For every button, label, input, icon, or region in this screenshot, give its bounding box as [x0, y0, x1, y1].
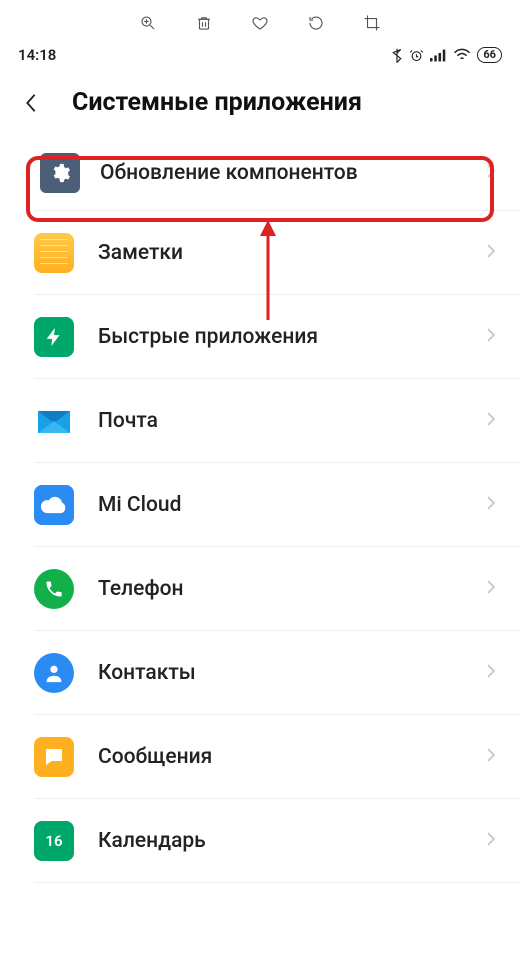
app-row-calendar[interactable]: 16 Календарь — [0, 799, 520, 883]
app-label: Заметки — [98, 241, 486, 265]
crop-icon[interactable] — [363, 14, 381, 32]
alarm-icon — [409, 48, 424, 63]
trash-icon[interactable] — [195, 14, 213, 32]
notes-icon — [34, 233, 74, 273]
person-icon — [34, 653, 74, 693]
app-row-phone[interactable]: Телефон — [0, 547, 520, 631]
app-row-messages[interactable]: Сообщения — [0, 715, 520, 799]
chevron-right-icon — [486, 411, 496, 431]
calendar-icon: 16 — [34, 821, 74, 861]
app-label: Контакты — [98, 661, 486, 685]
zoom-in-icon[interactable] — [139, 14, 157, 32]
app-row-mail[interactable]: Почта — [0, 379, 520, 463]
app-row-quick-apps[interactable]: Быстрые приложения — [0, 295, 520, 379]
back-button[interactable] — [18, 90, 44, 116]
app-label: Телефон — [98, 577, 486, 601]
app-row-mi-cloud[interactable]: Mi Cloud — [0, 463, 520, 547]
chevron-right-icon — [486, 495, 496, 515]
cloud-icon — [34, 485, 74, 525]
calendar-date: 16 — [45, 832, 62, 850]
gear-icon — [40, 153, 80, 193]
app-label: Mi Cloud — [98, 493, 486, 517]
chat-icon — [34, 737, 74, 777]
app-list: Обновление компонентов Заметки Быстрые п… — [0, 135, 520, 883]
chevron-right-icon — [486, 747, 496, 767]
chevron-right-icon — [486, 243, 496, 263]
chevron-right-icon — [486, 327, 496, 347]
chevron-right-icon — [486, 663, 496, 683]
page-title: Системные приложения — [72, 88, 362, 117]
app-label: Сообщения — [98, 745, 486, 769]
app-row-notes[interactable]: Заметки — [0, 211, 520, 295]
lightning-icon — [34, 317, 74, 357]
app-label: Быстрые приложения — [98, 325, 486, 349]
mail-icon — [34, 401, 74, 441]
signal-icon — [430, 49, 447, 62]
status-bar: 14:18 66 — [0, 40, 520, 68]
heart-icon[interactable] — [251, 14, 269, 32]
app-label: Обновление компонентов — [100, 161, 486, 185]
wifi-icon — [453, 48, 471, 62]
chevron-right-icon — [486, 163, 496, 183]
app-row-contacts[interactable]: Контакты — [0, 631, 520, 715]
page-header: Системные приложения — [0, 68, 520, 135]
chevron-right-icon — [486, 579, 496, 599]
battery-level: 66 — [477, 47, 502, 63]
app-label: Почта — [98, 409, 486, 433]
editor-toolbar — [0, 0, 520, 40]
rotate-icon[interactable] — [307, 14, 325, 32]
app-label: Календарь — [98, 829, 486, 853]
status-time: 14:18 — [18, 46, 56, 64]
bluetooth-icon — [391, 48, 403, 63]
app-row-component-update[interactable]: Обновление компонентов — [0, 135, 520, 211]
chevron-right-icon — [486, 831, 496, 851]
status-icons: 66 — [391, 47, 502, 63]
phone-icon — [34, 569, 74, 609]
